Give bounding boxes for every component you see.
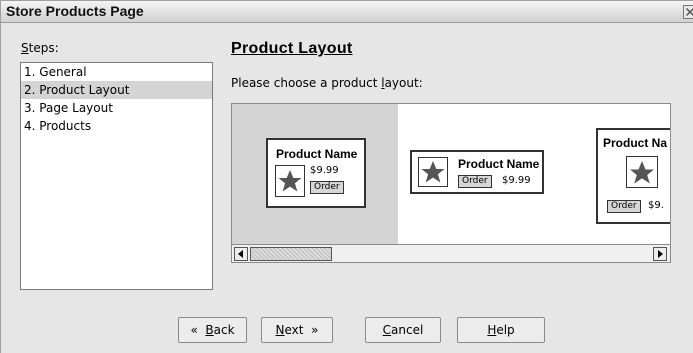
step-general[interactable]: 1. General <box>21 63 212 81</box>
layout-options: Product Name $9.99 Order Product Name Or… <box>232 104 670 244</box>
scroll-left-button[interactable] <box>234 247 248 261</box>
layout-chooser: Product Name $9.99 Order Product Name Or… <box>231 103 671 263</box>
back-button[interactable]: « Back <box>178 317 247 343</box>
layout-option-stacked[interactable]: Product Na Order $9. <box>588 104 670 244</box>
product-card: Product Name Order $9.99 <box>410 150 544 194</box>
product-price: $9.99 <box>502 175 531 186</box>
order-button: Order <box>458 175 492 188</box>
product-image <box>275 165 305 197</box>
product-card: Product Na Order $9. <box>596 128 670 224</box>
wizard-window: Store Products Page Steps: 1. General 2.… <box>0 0 693 353</box>
cancel-button[interactable]: Cancel <box>365 317 441 343</box>
horizontal-scrollbar[interactable] <box>232 244 670 262</box>
steps-list: 1. General 2. Product Layout 3. Page Lay… <box>20 62 213 290</box>
product-name: Product Na <box>603 136 668 150</box>
layout-prompt: Please choose a product layout: <box>231 76 423 90</box>
order-button: Order <box>310 181 344 194</box>
step-page-layout[interactable]: 3. Page Layout <box>21 99 212 117</box>
page-title: Product Layout <box>231 40 353 57</box>
product-name: Product Name <box>458 157 540 171</box>
arrow-left-icon <box>238 250 243 258</box>
product-price: $9. <box>648 200 664 211</box>
layout-option-horizontal[interactable]: Product Name Order $9.99 <box>398 104 588 244</box>
step-product-layout[interactable]: 2. Product Layout <box>21 81 212 99</box>
steps-label: Steps: <box>21 41 59 55</box>
window-title: Store Products Page <box>6 3 144 19</box>
star-icon <box>630 161 654 184</box>
help-button[interactable]: Help <box>457 317 545 343</box>
product-name: Product Name <box>276 147 358 161</box>
scroll-thumb[interactable] <box>250 247 332 261</box>
star-icon <box>278 170 302 192</box>
order-button: Order <box>607 200 641 213</box>
product-image <box>418 157 448 187</box>
title-bar[interactable]: Store Products Page <box>1 1 693 23</box>
next-button[interactable]: Next » <box>261 317 333 343</box>
star-icon <box>421 161 445 183</box>
layout-option-vertical[interactable]: Product Name $9.99 Order <box>232 104 398 244</box>
arrow-right-icon <box>658 250 663 258</box>
product-image <box>626 156 658 188</box>
product-card: Product Name $9.99 Order <box>266 138 366 208</box>
product-price: $9.99 <box>310 165 339 176</box>
close-icon[interactable] <box>683 5 693 19</box>
scroll-right-button[interactable] <box>653 247 667 261</box>
step-products[interactable]: 4. Products <box>21 117 212 135</box>
